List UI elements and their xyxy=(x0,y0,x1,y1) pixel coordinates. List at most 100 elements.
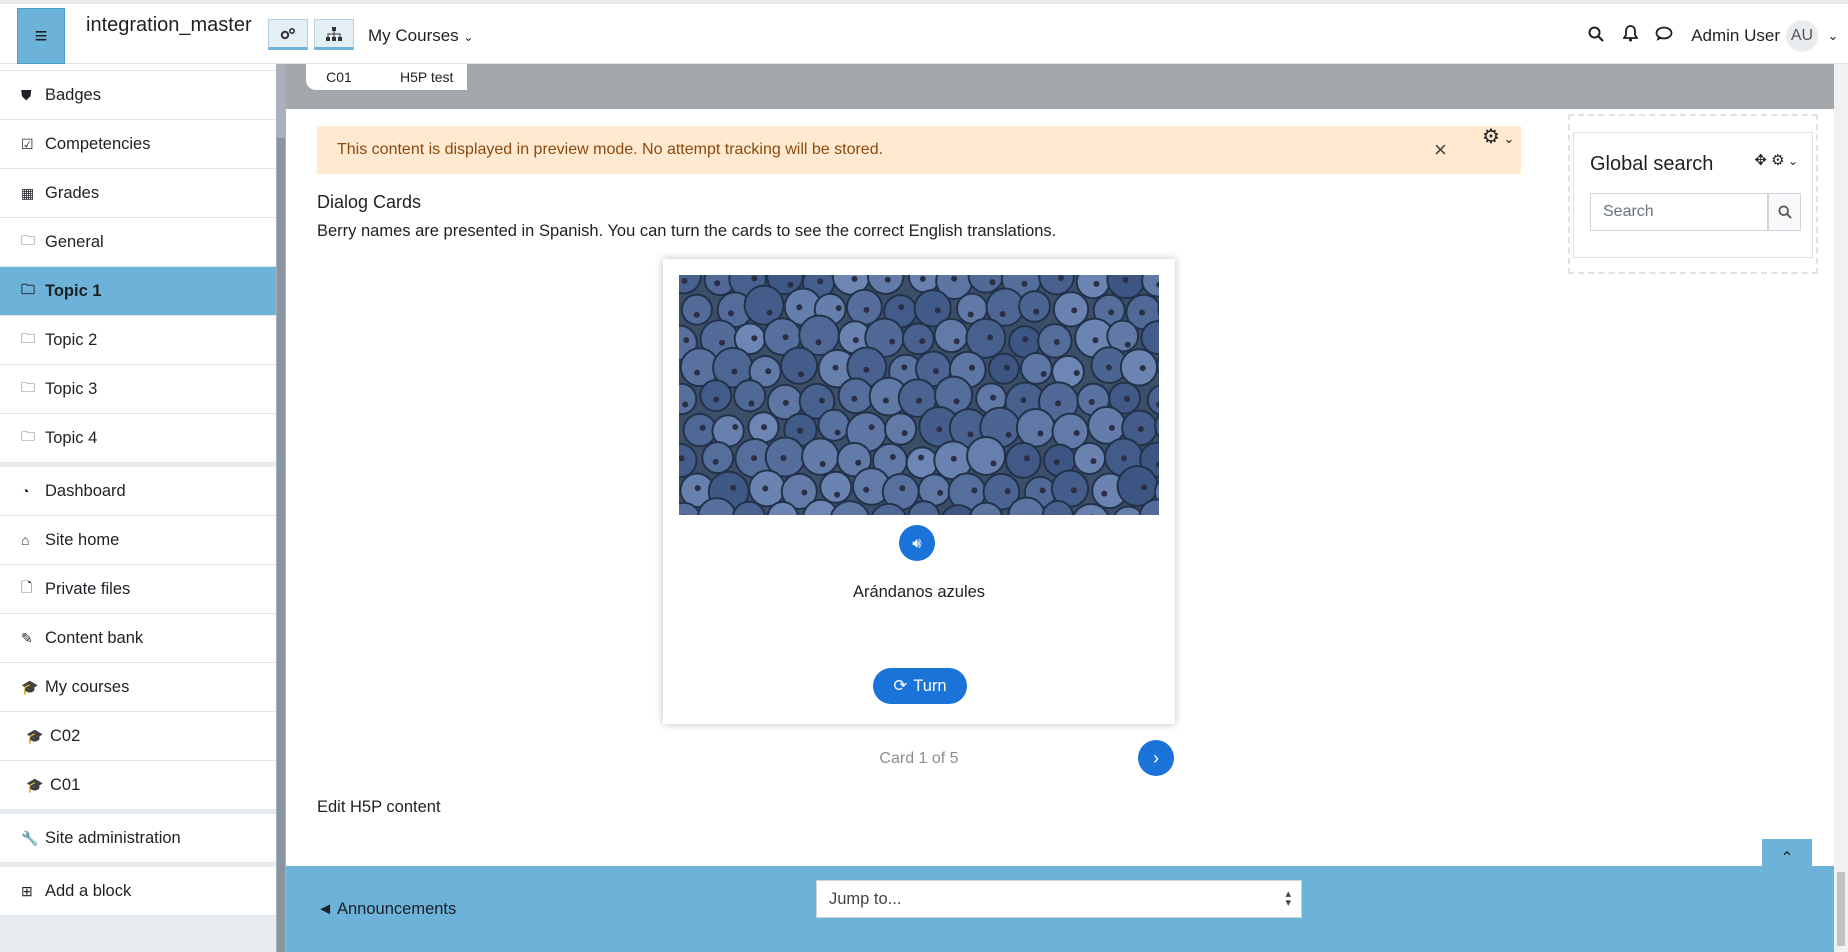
plus-square-icon: ⊞ xyxy=(21,882,33,899)
breadcrumb-item-h5p-test[interactable]: H5P test xyxy=(386,64,468,90)
graduation-cap-icon: 🎓 xyxy=(26,776,44,793)
block-region: Global search ✥ ⚙ ⌄ Search xyxy=(1568,114,1818,274)
bell-icon[interactable] xyxy=(1613,25,1647,47)
sidebar-item-c01[interactable]: 🎓 C01 xyxy=(0,761,276,810)
checkbox-icon: ☑ xyxy=(21,135,34,152)
jump-to-select[interactable]: Jump to... ▴ ▾ xyxy=(816,880,1302,918)
search-submit-button[interactable] xyxy=(1768,193,1801,231)
close-icon: × xyxy=(1434,137,1447,162)
card-progress: Card 1 of 5 xyxy=(879,750,959,767)
sidebar-item-competencies[interactable]: ☑ Competencies xyxy=(0,120,276,169)
sidebar-item-content-bank[interactable]: ✎ Content bank xyxy=(0,614,276,663)
chevron-down-icon: ⌄ xyxy=(1499,131,1515,146)
hamburger-icon: ≡ xyxy=(34,23,48,48)
graduation-cap-icon: 🎓 xyxy=(21,678,39,695)
sidebar-item-site-administration[interactable]: 🔧 Site administration xyxy=(0,814,276,863)
speaker-icon: 🔊︎ xyxy=(912,534,922,552)
chevron-down-icon[interactable]: ⌄ xyxy=(1785,154,1798,168)
home-icon: ⌂ xyxy=(21,532,30,548)
nav-right: Admin User AU ⌄ xyxy=(1579,4,1848,68)
select-arrows-icon: ▴ ▾ xyxy=(1285,888,1291,909)
refresh-icon: ⟳ xyxy=(893,677,908,695)
breadcrumb: C01 H5P test xyxy=(306,64,468,90)
search-input[interactable]: Search xyxy=(1590,193,1768,231)
nav-drawer: ⛊ Badges ☑ Competencies ▦ Grades 🗀 General 🗀… xyxy=(0,64,276,952)
folder-icon: 🗀 xyxy=(21,379,35,395)
add-block-group: ⊞ Add a block xyxy=(0,867,276,916)
cogs-button[interactable] xyxy=(268,19,308,50)
navbar: ≡ integration_master My Courses ⌄ Admin … xyxy=(0,0,1848,64)
page-header xyxy=(286,64,1834,109)
move-icon[interactable]: ✥ xyxy=(1754,152,1767,169)
sitemap-icon xyxy=(326,26,342,41)
hamburger-menu-button[interactable]: ≡ xyxy=(17,8,65,64)
sidebar-item-partial xyxy=(0,64,276,71)
my-courses-menu[interactable]: My Courses ⌄ xyxy=(368,26,473,46)
admin-nav-group: 🔧 Site administration xyxy=(0,814,276,863)
audio-play-button[interactable]: 🔊︎ xyxy=(899,525,935,561)
h5p-description: Berry names are presented in Spanish. Yo… xyxy=(317,222,1057,240)
next-card-button[interactable]: › xyxy=(1138,740,1174,776)
site-nav-group: ◔ Dashboard ⌂ Site home 🗋 Private files ✎ Co… xyxy=(0,467,276,810)
sidebar-item-grades[interactable]: ▦ Grades xyxy=(0,169,276,218)
graduation-cap-icon: 🎓 xyxy=(26,727,44,744)
sidebar-item-dashboard[interactable]: ◔ Dashboard xyxy=(0,467,276,516)
preview-mode-alert: This content is displayed in preview mod… xyxy=(317,126,1521,174)
brush-icon: ✎ xyxy=(21,629,33,646)
search-icon[interactable] xyxy=(1579,26,1613,47)
sidebar-item-topic-1[interactable]: 🗀 Topic 1 xyxy=(0,267,276,316)
sidebar-item-topic-3[interactable]: 🗀 Topic 3 xyxy=(0,365,276,414)
sidebar-item-my-courses[interactable]: 🎓 My courses xyxy=(0,663,276,712)
site-name[interactable]: integration_master xyxy=(86,14,252,37)
breadcrumb-item-c01[interactable]: C01 xyxy=(306,64,386,90)
sidebar-item-add-block[interactable]: ⊞ Add a block xyxy=(0,867,276,916)
dialog-card: 🔊︎ Arándanos azules ⟳ Turn xyxy=(663,259,1175,724)
course-nav-group: ⛊ Badges ☑ Competencies ▦ Grades 🗀 General 🗀… xyxy=(0,64,276,463)
folder-icon: 🗀 xyxy=(21,232,35,248)
block-title: Global search xyxy=(1590,153,1714,175)
h5p-title: Dialog Cards xyxy=(317,192,422,212)
sidebar-item-topic-4[interactable]: 🗀 Topic 4 xyxy=(0,414,276,463)
alert-message: This content is displayed in preview mod… xyxy=(337,141,884,158)
sidebar-item-general[interactable]: 🗀 General xyxy=(0,218,276,267)
main-content: C01 H5P test This content is displayed i… xyxy=(286,64,1834,952)
block-controls: ✥ ⚙ ⌄ xyxy=(1754,151,1798,169)
prev-activity-link[interactable]: ◄ Announcements xyxy=(317,900,456,919)
cogs-icon xyxy=(280,27,296,39)
blueberries-image xyxy=(679,275,1159,515)
sidebar-item-topic-2[interactable]: 🗀 Topic 2 xyxy=(0,316,276,365)
user-name[interactable]: Admin User xyxy=(1691,26,1780,46)
shield-icon: ⛊ xyxy=(21,86,32,103)
sidebar-scrollbar[interactable] xyxy=(276,64,286,952)
avatar[interactable]: AU xyxy=(1786,20,1818,52)
activity-navigation: ◄ Announcements Jump to... ▴ ▾ xyxy=(286,866,1834,952)
page-scroll-thumb[interactable] xyxy=(1837,872,1845,946)
folder-icon: 🗀 xyxy=(21,330,35,346)
sidebar-item-c02[interactable]: 🎓 C02 xyxy=(0,712,276,761)
chat-icon[interactable] xyxy=(1647,26,1681,47)
card-text: Arándanos azules xyxy=(852,583,986,601)
blueberries-illustration xyxy=(679,275,1159,515)
wrench-icon: 🔧 xyxy=(21,829,39,846)
chevron-right-icon: › xyxy=(1153,747,1159,768)
sidebar-item-badges[interactable]: ⛊ Badges xyxy=(0,71,276,120)
file-icon: 🗋 xyxy=(21,579,33,595)
folder-icon: 🗀 xyxy=(21,428,35,444)
sitemap-button[interactable] xyxy=(314,19,354,50)
table-icon: ▦ xyxy=(21,184,35,201)
edit-h5p-link[interactable]: Edit H5P content xyxy=(317,798,441,817)
sidebar-item-site-home[interactable]: ⌂ Site home xyxy=(0,516,276,565)
activity-actions-menu[interactable]: ⚙ ⌄ xyxy=(1482,124,1514,149)
sidebar-item-private-files[interactable]: 🗋 Private files xyxy=(0,565,276,614)
chevron-down-icon: ⌄ xyxy=(463,30,474,44)
page-scrollbar[interactable] xyxy=(1834,64,1848,952)
user-menu-chevron-icon[interactable]: ⌄ xyxy=(1818,28,1848,44)
dashboard-icon: ◔ xyxy=(21,483,30,499)
sidebar-scroll-thumb[interactable] xyxy=(277,138,285,952)
global-search-block: Global search ✥ ⚙ ⌄ Search xyxy=(1573,132,1813,258)
gear-icon: ⚙ xyxy=(1482,126,1500,148)
folder-icon: 🗀 xyxy=(21,281,35,297)
gear-icon[interactable]: ⚙ xyxy=(1771,152,1784,169)
arrow-up-icon: ⌃ xyxy=(1780,850,1794,867)
turn-button[interactable]: ⟳ Turn xyxy=(873,668,967,704)
